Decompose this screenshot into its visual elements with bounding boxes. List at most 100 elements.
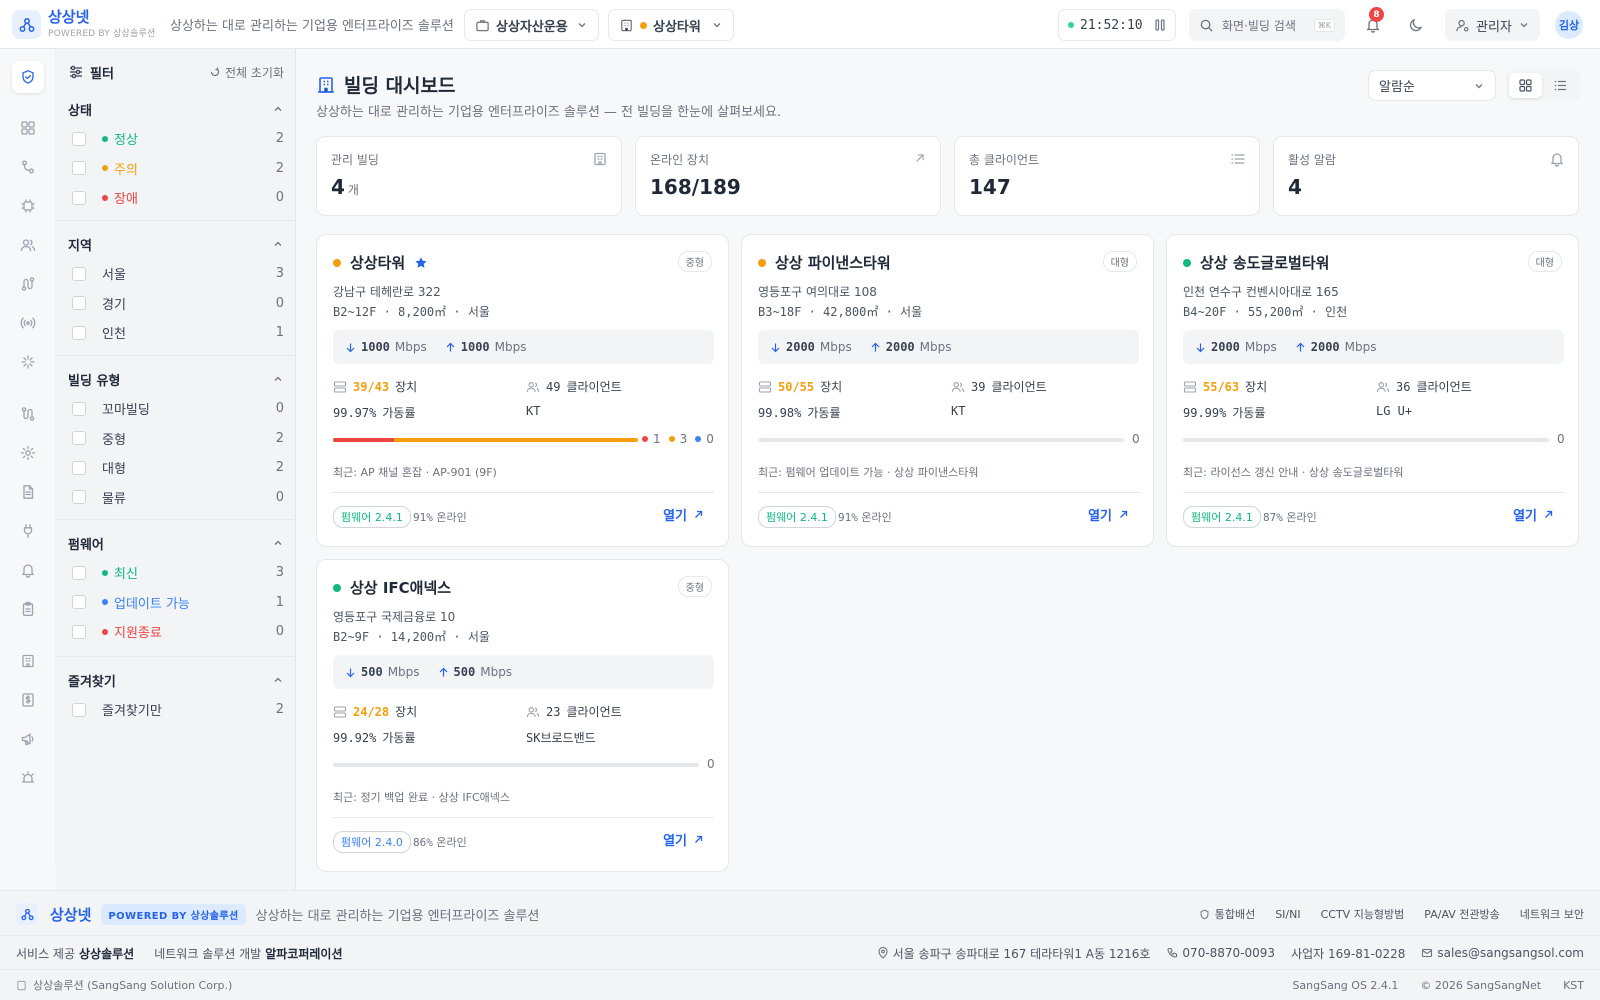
filter-option[interactable]: 꼬마빌딩 0 bbox=[68, 394, 284, 424]
footer-email[interactable]: sales@sangsangsol.com bbox=[1421, 946, 1584, 960]
filter-checkbox[interactable] bbox=[72, 325, 86, 340]
footer-link[interactable]: CCTV 지능형방범 bbox=[1321, 906, 1405, 922]
building-card-header[interactable]: 상상 IFC애넥스 bbox=[333, 577, 451, 598]
rail-item-alarm[interactable] bbox=[12, 762, 44, 794]
filter-option[interactable]: 즐겨찾기만 2 bbox=[68, 695, 284, 725]
building-card-header[interactable]: 상상 송도글로벌타워 bbox=[1183, 252, 1329, 273]
card-divider bbox=[1183, 492, 1564, 493]
filter-section-header[interactable]: 지역 bbox=[68, 233, 284, 255]
rail-item-route-2[interactable] bbox=[12, 398, 44, 430]
footer-link[interactable]: SI/NI bbox=[1275, 908, 1300, 921]
filter-option[interactable]: 주의 2 bbox=[68, 154, 284, 184]
app-logo-icon[interactable] bbox=[12, 10, 41, 39]
user-avatar[interactable]: 김상 bbox=[1555, 11, 1583, 39]
filter-checkbox[interactable] bbox=[72, 131, 86, 146]
filter-option[interactable]: 경기 0 bbox=[68, 289, 284, 319]
filter-checkbox[interactable] bbox=[72, 401, 86, 416]
rail-item-building[interactable] bbox=[12, 645, 44, 677]
filter-checkbox[interactable] bbox=[72, 460, 86, 475]
client-count: 23 클라이언트 bbox=[526, 703, 622, 720]
filter-checkbox[interactable] bbox=[72, 595, 86, 610]
filter-checkbox[interactable] bbox=[72, 431, 86, 446]
rail-item-megaphone[interactable] bbox=[12, 723, 44, 755]
rail-item-shield-check[interactable] bbox=[12, 61, 44, 93]
theme-toggle-button[interactable] bbox=[1404, 13, 1428, 37]
filter-checkbox[interactable] bbox=[72, 490, 86, 505]
building-address: 강남구 테헤란로 322 bbox=[333, 285, 441, 299]
open-building-button[interactable]: 열기 bbox=[663, 505, 704, 524]
filter-checkbox[interactable] bbox=[72, 161, 86, 176]
clock-time: 21:52:10 bbox=[1080, 17, 1143, 33]
server-icon bbox=[333, 380, 347, 393]
global-search[interactable]: 화면·빌딩 검색 ⌘K bbox=[1189, 9, 1345, 41]
sort-select[interactable]: 알람순 bbox=[1368, 70, 1496, 101]
building-size-badge: 대형 bbox=[1102, 251, 1137, 272]
service-provider-label: 서비스 제공 bbox=[16, 946, 76, 961]
role-select[interactable]: 관리자 bbox=[1445, 9, 1540, 41]
filter-option[interactable]: 정상 2 bbox=[68, 124, 284, 154]
online-percent: 87% bbox=[1263, 511, 1283, 524]
filter-option[interactable]: 대형 2 bbox=[68, 453, 284, 483]
rail-item-chip[interactable] bbox=[12, 190, 44, 222]
alarm-counts: 0 bbox=[707, 757, 715, 771]
filter-section: 지역 서울 3 경기 0 인천 1 bbox=[56, 233, 296, 348]
building-status-dot bbox=[758, 258, 766, 267]
footer-link[interactable]: PA/AV 전관방송 bbox=[1424, 906, 1499, 922]
rail-item-dollar-doc[interactable] bbox=[12, 684, 44, 716]
filter-checkbox[interactable] bbox=[72, 624, 86, 639]
filter-option[interactable]: 최신 3 bbox=[68, 558, 284, 588]
rail-item-bell[interactable] bbox=[12, 554, 44, 586]
grid-view-button[interactable] bbox=[1509, 73, 1542, 98]
filter-option[interactable]: 서울 3 bbox=[68, 259, 284, 289]
filter-option[interactable]: 장애 0 bbox=[68, 183, 284, 213]
filter-section-header[interactable]: 빌딩 유형 bbox=[68, 368, 284, 390]
filter-option[interactable]: 중형 2 bbox=[68, 424, 284, 454]
rail-item-document[interactable] bbox=[12, 476, 44, 508]
rail-item-users[interactable] bbox=[12, 229, 44, 261]
filter-option[interactable]: 지원종료 0 bbox=[68, 617, 284, 647]
building-card-header[interactable]: 상상타워 bbox=[333, 252, 428, 273]
filter-checkbox[interactable] bbox=[72, 190, 86, 205]
briefcase-icon bbox=[476, 19, 489, 31]
filter-option[interactable]: 물류 0 bbox=[68, 483, 284, 513]
rail-item-plug[interactable] bbox=[12, 515, 44, 547]
open-building-button[interactable]: 열기 bbox=[663, 830, 704, 849]
footer-link[interactable]: 통합배선 bbox=[1199, 906, 1255, 922]
app-brand[interactable]: 상상넷 bbox=[48, 8, 89, 26]
filter-section-header[interactable]: 상태 bbox=[68, 98, 284, 120]
rail-item-clipboard[interactable] bbox=[12, 593, 44, 625]
footer-link[interactable]: 네트워크 보안 bbox=[1520, 906, 1584, 922]
filter-section-header[interactable]: 펌웨어 bbox=[68, 532, 284, 554]
list-view-button[interactable] bbox=[1544, 73, 1577, 98]
workspace-select[interactable]: 상상자산운용 bbox=[464, 9, 599, 41]
git-branch-icon bbox=[20, 159, 36, 175]
open-building-button[interactable]: 열기 bbox=[1088, 505, 1129, 524]
rail-item-route[interactable] bbox=[12, 268, 44, 300]
building-select[interactable]: 상상타워 bbox=[608, 9, 734, 41]
rail-item-antenna[interactable] bbox=[12, 307, 44, 339]
filter-checkbox[interactable] bbox=[72, 702, 86, 717]
rail-item-git-branch[interactable] bbox=[12, 151, 44, 183]
footer-bottom-row: 상상솔루션 (SangSang Solution Corp.) SangSang… bbox=[16, 977, 1584, 993]
rail-item-sparkle[interactable] bbox=[12, 346, 44, 378]
filter-checkbox[interactable] bbox=[72, 565, 86, 580]
rail-item-settings[interactable] bbox=[12, 437, 44, 469]
building-card-header[interactable]: 상상 파이낸스타워 bbox=[758, 252, 891, 273]
filter-section-header[interactable]: 즐겨찾기 bbox=[68, 669, 284, 691]
open-building-button[interactable]: 열기 bbox=[1513, 505, 1554, 524]
filter-option[interactable]: 업데이트 가능 1 bbox=[68, 588, 284, 618]
filter-divider bbox=[56, 355, 296, 356]
star-icon[interactable] bbox=[414, 256, 428, 270]
pause-icon[interactable] bbox=[1154, 18, 1166, 32]
filter-section-title: 펌웨어 bbox=[68, 537, 104, 553]
filter-checkbox[interactable] bbox=[72, 266, 86, 281]
online-ratio: 86% 온라인 bbox=[413, 834, 467, 850]
rail-item-grid[interactable] bbox=[12, 112, 44, 144]
filter-checkbox[interactable] bbox=[72, 296, 86, 311]
filter-option[interactable]: 인천 1 bbox=[68, 318, 284, 348]
filter-option-label: 대형 bbox=[102, 462, 126, 478]
footer-phone[interactable]: 070-8870-0093 bbox=[1166, 946, 1275, 960]
reset-filters-button[interactable]: 전체 초기화 bbox=[209, 64, 284, 81]
notification-count-badge: 8 bbox=[1369, 7, 1384, 22]
filter-option-label: 정상 bbox=[114, 133, 138, 149]
